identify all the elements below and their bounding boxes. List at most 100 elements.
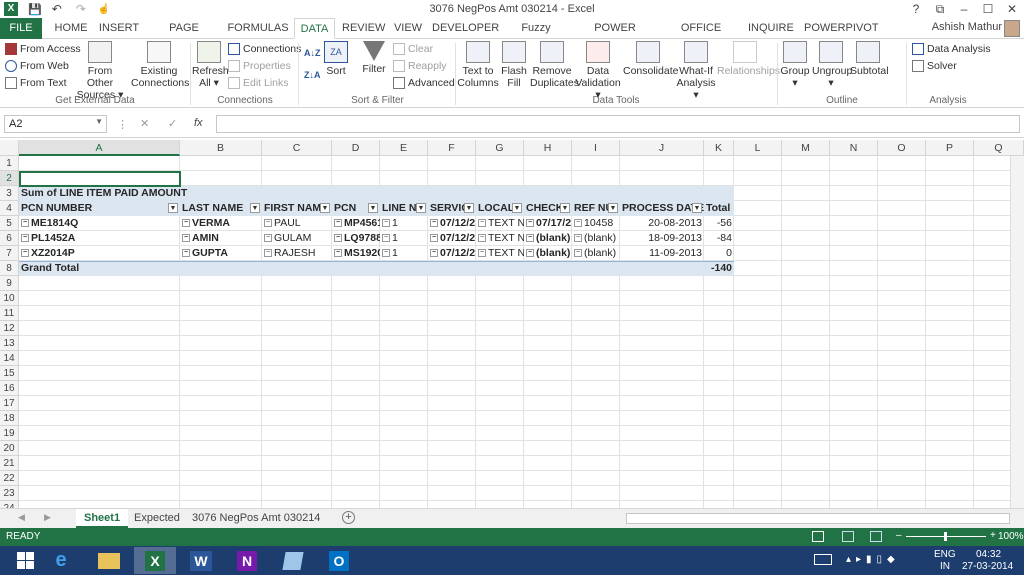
scroll-right-icon[interactable]: ▶: [44, 512, 51, 523]
existing-connections-button[interactable]: Existing Connections: [131, 41, 189, 89]
pivot-cell[interactable]: −TEXT NC: [476, 246, 524, 261]
tab-developer[interactable]: DEVELOPER: [432, 18, 499, 39]
row-header[interactable]: 7: [0, 246, 19, 261]
column-header[interactable]: A: [19, 140, 180, 156]
pivot-cell[interactable]: −1: [380, 216, 428, 231]
row-header[interactable]: 22: [0, 471, 19, 486]
pivot-cell[interactable]: − MP4561: [332, 216, 380, 231]
collapse-icon[interactable]: −: [182, 219, 190, 228]
pivot-cell[interactable]: −1: [380, 231, 428, 246]
column-header[interactable]: M: [782, 140, 830, 156]
filter-dropdown-icon[interactable]: ▼: [416, 203, 426, 213]
collapse-icon[interactable]: −: [574, 219, 582, 228]
collapse-icon[interactable]: −: [382, 234, 390, 243]
keyboard-icon[interactable]: [814, 554, 832, 565]
pivot-field-header[interactable]: LAST NAME ▼: [180, 201, 262, 216]
column-header[interactable]: D: [332, 140, 380, 156]
row-header[interactable]: 18: [0, 411, 19, 426]
outlook-taskbar-icon[interactable]: O: [318, 547, 360, 574]
region-indicator[interactable]: IN: [940, 561, 950, 572]
edit-links-button[interactable]: Edit Links: [228, 75, 289, 91]
column-header[interactable]: O: [878, 140, 926, 156]
column-header[interactable]: E: [380, 140, 428, 156]
pivot-cell[interactable]: − RAJESH: [262, 246, 332, 261]
pivot-value-field[interactable]: Sum of LINE ITEM PAID AMOUNT: [19, 186, 319, 201]
row-header[interactable]: 10: [0, 291, 19, 306]
collapse-icon[interactable]: −: [430, 234, 438, 243]
row-header[interactable]: 5: [0, 216, 19, 231]
text-to-columns-button[interactable]: Text to Columns: [457, 41, 499, 89]
pivot-cell[interactable]: − GUPTA: [180, 246, 262, 261]
pivot-cell[interactable]: − (blank): [524, 231, 572, 246]
new-sheet-icon[interactable]: +: [342, 511, 355, 524]
row-header[interactable]: 20: [0, 441, 19, 456]
pivot-cell[interactable]: −07/12/2: [428, 216, 476, 231]
column-header[interactable]: L: [734, 140, 782, 156]
column-header[interactable]: C: [262, 140, 332, 156]
collapse-icon[interactable]: −: [21, 249, 29, 258]
pivot-cell[interactable]: −07/17/2: [524, 216, 572, 231]
row-header[interactable]: 3: [0, 186, 19, 201]
pivot-cell[interactable]: −07/12/2: [428, 246, 476, 261]
tab-review[interactable]: REVIEW: [342, 18, 385, 39]
insert-function-icon[interactable]: fx: [194, 117, 203, 129]
row-header[interactable]: 6: [0, 231, 19, 246]
collapse-icon[interactable]: −: [334, 249, 342, 258]
collapse-icon[interactable]: −: [21, 219, 29, 228]
column-header[interactable]: Q: [974, 140, 1024, 156]
row-header[interactable]: 17: [0, 396, 19, 411]
zoom-slider-thumb[interactable]: [944, 532, 947, 541]
column-header[interactable]: B: [180, 140, 262, 156]
file-explorer-icon[interactable]: [88, 547, 130, 574]
pivot-field-header[interactable]: CHECK ▼: [524, 201, 572, 216]
filter-dropdown-icon[interactable]: ▼: [560, 203, 570, 213]
tab-home[interactable]: HOME: [50, 18, 92, 39]
formula-input[interactable]: [216, 115, 1020, 133]
pivot-cell[interactable]: − PL1452A: [19, 231, 180, 246]
language-indicator[interactable]: ENG: [934, 549, 956, 560]
row-header[interactable]: 19: [0, 426, 19, 441]
onenote-taskbar-icon[interactable]: N: [226, 547, 268, 574]
tab-data[interactable]: DATA: [294, 18, 335, 39]
collapse-icon[interactable]: −: [334, 219, 342, 228]
pivot-cell[interactable]: 0: [704, 246, 734, 261]
filter-dropdown-icon[interactable]: ▼: [512, 203, 522, 213]
tab-insert[interactable]: INSERT: [97, 18, 141, 39]
collapse-icon[interactable]: −: [526, 234, 534, 243]
pivot-cell[interactable]: 20-08-2013: [620, 216, 704, 231]
column-header[interactable]: F: [428, 140, 476, 156]
column-header[interactable]: H: [524, 140, 572, 156]
horizontal-scrollbar[interactable]: [626, 513, 1010, 524]
pivot-cell[interactable]: − VERMA: [180, 216, 262, 231]
ribbon-display-icon[interactable]: ⧉: [928, 0, 952, 18]
pivot-field-header[interactable]: Total: [704, 201, 734, 216]
row-header[interactable]: 24: [0, 501, 19, 508]
data-validation-button[interactable]: Data Validation ▾: [575, 41, 621, 101]
pivot-cell[interactable]: -56: [704, 216, 734, 231]
tab-file[interactable]: FILE: [0, 18, 42, 39]
flash-fill-button[interactable]: Flash Fill: [500, 41, 528, 89]
collapse-icon[interactable]: −: [264, 234, 272, 243]
pivot-cell[interactable]: 11-09-2013: [620, 246, 704, 261]
pivot-cell[interactable]: − GULAM: [262, 231, 332, 246]
cancel-icon[interactable]: ✕: [140, 117, 149, 130]
sort-az-icon[interactable]: A↓Z: [304, 45, 321, 61]
remove-duplicates-button[interactable]: Remove Duplicates: [530, 41, 579, 89]
collapse-icon[interactable]: −: [478, 249, 486, 258]
clear-filter-button[interactable]: Clear: [393, 41, 433, 57]
from-access-button[interactable]: From Access: [5, 41, 81, 57]
collapse-icon[interactable]: −: [430, 219, 438, 228]
pivot-cell[interactable]: −10458: [572, 216, 620, 231]
collapse-icon[interactable]: −: [574, 249, 582, 258]
tab-power-query[interactable]: POWER QUERY: [578, 18, 652, 55]
tab-powerpivot[interactable]: POWERPIVOT: [804, 18, 879, 39]
tray-icons[interactable]: ▴▸▮▯◆: [846, 554, 900, 565]
what-if-analysis-button[interactable]: What-If Analysis ▾: [675, 41, 717, 101]
tab-page-layout[interactable]: PAGE LAYOUT: [148, 18, 220, 55]
column-header[interactable]: G: [476, 140, 524, 156]
pivot-cell[interactable]: 18-09-2013: [620, 231, 704, 246]
solver-button[interactable]: Solver: [912, 58, 957, 74]
pivot-field-header[interactable]: LINE NU ▼: [380, 201, 428, 216]
sort-button[interactable]: ZA Sort: [322, 41, 350, 77]
vertical-scrollbar[interactable]: [1010, 156, 1024, 508]
